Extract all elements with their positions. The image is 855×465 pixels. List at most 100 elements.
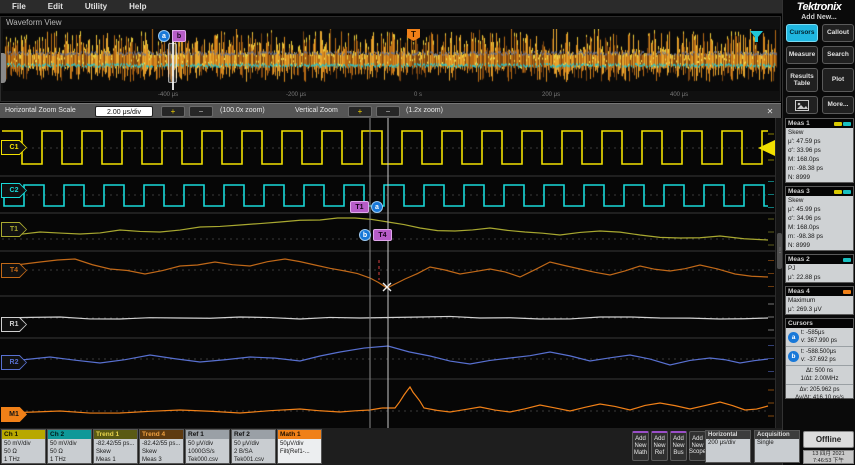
acquisition-title: Acquisition bbox=[755, 431, 799, 439]
delta-v-over-t: Δv/Δt: 416.10 ps/s bbox=[795, 395, 844, 401]
overview-cursor-handle[interactable] bbox=[168, 43, 177, 83]
overview-tick-label: 0 s bbox=[414, 92, 423, 98]
meas2-badge[interactable]: Meas 2 PJ μ': 22.88 ps bbox=[785, 254, 854, 283]
waveform-trace-c1[interactable] bbox=[2, 130, 768, 165]
zoomed-waveform-area[interactable]: C1 C2 T1 T4 R1 R2 M1 T1 a b T4 ⋮ bbox=[0, 118, 783, 428]
trigger-level-arrow[interactable] bbox=[758, 140, 775, 156]
add-measure-button[interactable]: Measure bbox=[786, 46, 818, 64]
menu-item-edit[interactable]: Edit bbox=[48, 2, 63, 11]
vzoom-increase-button[interactable]: + bbox=[348, 106, 372, 117]
channel-handle-label: T4 bbox=[2, 264, 26, 277]
delta-v: Δv: 205.962 ps bbox=[799, 387, 840, 393]
badge-trend4[interactable]: Trend 4 -82.42/55 ps... Skew Meas 3 bbox=[139, 429, 184, 464]
badge-line: 50 Ω bbox=[50, 449, 63, 455]
vzoom-decrease-button[interactable]: − bbox=[376, 106, 400, 117]
add-new-bus-button[interactable]: Add New Bus bbox=[670, 431, 687, 461]
badge-line: 50 Ω bbox=[4, 449, 17, 455]
horizontal-zoom-scale-label: Horizontal Zoom Scale bbox=[5, 107, 76, 114]
cursor-a-badge[interactable]: a bbox=[371, 201, 383, 213]
menu-item-help[interactable]: Help bbox=[129, 2, 146, 11]
hzoom-readout: (100.0x zoom) bbox=[220, 107, 265, 114]
overview-drag-tab[interactable] bbox=[1, 53, 6, 83]
acquisition-value: Single bbox=[755, 439, 799, 462]
horizontal-badge[interactable]: Horizontal 200 μs/div bbox=[705, 430, 751, 463]
badge-line: Tek000.csv bbox=[188, 457, 219, 463]
acquisition-badge[interactable]: Acquisition Single bbox=[754, 430, 800, 463]
overview-filter-icon[interactable] bbox=[749, 30, 764, 44]
source-color-chip bbox=[834, 189, 842, 194]
meas3-badge[interactable]: Meas 3 Skew μ': 45.99 ps σ': 34.96 ps M:… bbox=[785, 186, 854, 251]
badge-line: Meas 1 bbox=[96, 457, 116, 463]
meas-line: M: 168.0ps bbox=[788, 223, 820, 231]
add-image-button[interactable] bbox=[786, 96, 818, 114]
cursor-t1-badge[interactable]: T1 bbox=[350, 201, 369, 213]
waveform-trace-r2[interactable] bbox=[1, 345, 769, 366]
cursor-a-t: t: -585μs bbox=[801, 330, 825, 336]
menu-item-utility[interactable]: Utility bbox=[85, 2, 107, 11]
overview-tick-label: -200 μs bbox=[286, 92, 307, 98]
badge-line: 1 THz bbox=[4, 457, 20, 463]
add-new-ref-button[interactable]: Add New Ref bbox=[651, 431, 668, 461]
overview-cursor-b-badge[interactable]: b bbox=[172, 30, 186, 42]
add-cursors-button[interactable]: Cursors bbox=[786, 24, 818, 42]
add-new-scope-button[interactable]: Add New Scope bbox=[689, 431, 706, 461]
add-plot-button[interactable]: Plot bbox=[822, 68, 854, 92]
meas-line: Maximum bbox=[788, 297, 816, 304]
cursor-t4-badge[interactable]: T4 bbox=[373, 229, 392, 241]
badge-ch2[interactable]: Ch 2 50 mV/div 50 Ω 1 THz bbox=[47, 429, 92, 464]
waveform-trace-m1[interactable] bbox=[1, 385, 769, 414]
meas-line: PJ bbox=[788, 265, 796, 272]
meas1-badge[interactable]: Meas 1 Skew μ': 47.59 ps σ': 33.96 ps M:… bbox=[785, 118, 854, 183]
overview-cursor-a-badge[interactable]: a bbox=[158, 30, 170, 42]
badge-ref2[interactable]: Ref 2 50 μV/div 2 B/SA Tek001.csv bbox=[231, 429, 276, 464]
badge-line: Skew bbox=[96, 449, 111, 455]
badge-header: Trend 4 bbox=[140, 430, 183, 439]
offline-button[interactable]: Offline bbox=[803, 431, 854, 448]
source-color-chip bbox=[843, 121, 851, 126]
waveform-plot[interactable] bbox=[0, 118, 775, 428]
badge-line: Skew bbox=[142, 449, 157, 455]
waveform-trace-c2[interactable] bbox=[2, 184, 768, 207]
add-new-math-button[interactable]: Add New Math bbox=[632, 431, 649, 461]
hzoom-increase-button[interactable]: + bbox=[161, 106, 185, 117]
cursor-b-badge[interactable]: b bbox=[359, 229, 371, 241]
badge-header: Ref 1 bbox=[186, 430, 229, 439]
badge-math1[interactable]: Math 1 50μV/div Filt(Ref1-... bbox=[277, 429, 322, 464]
time-text: 7:46:53 下午 bbox=[813, 458, 844, 464]
overview-spectrogram[interactable] bbox=[3, 29, 779, 91]
badge-line: 50 mV/div bbox=[50, 441, 77, 447]
badge-trend1[interactable]: Trend 1 -82.42/55 ps... Skew Meas 1 bbox=[93, 429, 138, 464]
badge-line: 50 μV/div bbox=[234, 441, 260, 447]
vertical-scrollbar[interactable]: ⋮ bbox=[775, 118, 783, 428]
add-callout-button[interactable]: Callout bbox=[822, 24, 854, 42]
meas4-title: Meas 4 bbox=[788, 288, 810, 295]
badge-line: 1 THz bbox=[50, 457, 66, 463]
menu-item-file[interactable]: File bbox=[12, 2, 26, 11]
delta-t: Δt: 500 ns bbox=[805, 368, 834, 374]
add-results-table-button[interactable]: Results Table bbox=[786, 68, 818, 92]
hzoom-decrease-button[interactable]: − bbox=[189, 106, 213, 117]
meas-line: σ': 34.96 ps bbox=[788, 214, 821, 222]
horizontal-zoom-scale-input[interactable]: 2.00 μs/div bbox=[95, 106, 153, 117]
more-button[interactable]: More... bbox=[822, 96, 854, 114]
image-icon bbox=[795, 99, 809, 111]
source-color-chip bbox=[843, 289, 851, 294]
cursor-a-v: v: 367.990 ps bbox=[801, 338, 838, 344]
cursor-b-t: t: -588.500μs bbox=[801, 349, 837, 355]
channel-handle-label: T1 bbox=[2, 223, 26, 236]
zoom-close-icon[interactable]: ✕ bbox=[764, 106, 776, 117]
channel-handle-label: M1 bbox=[2, 408, 26, 421]
add-search-button[interactable]: Search bbox=[822, 46, 854, 64]
waveform-trace-t4[interactable] bbox=[1, 258, 769, 289]
meas4-badge[interactable]: Meas 4 Maximum μ': 269.3 μV bbox=[785, 286, 854, 315]
add-new-label: Add New... bbox=[801, 14, 837, 21]
badge-ref1[interactable]: Ref 1 50 μV/div 1000GS/s Tek000.csv bbox=[185, 429, 230, 464]
meas-line: Skew bbox=[788, 129, 804, 136]
channel-handle-label: R2 bbox=[2, 356, 26, 369]
badge-header: Ch 1 bbox=[2, 430, 45, 439]
badge-header: Ref 2 bbox=[232, 430, 275, 439]
cursors-readout-panel[interactable]: Cursors a t: -585μs v: 367.990 ps b t: -… bbox=[785, 318, 854, 401]
menu-bar: File Edit Utility Help bbox=[0, 0, 782, 14]
source-color-chip bbox=[843, 257, 851, 262]
badge-ch1[interactable]: Ch 1 50 mV/div 50 Ω 1 THz bbox=[1, 429, 46, 464]
